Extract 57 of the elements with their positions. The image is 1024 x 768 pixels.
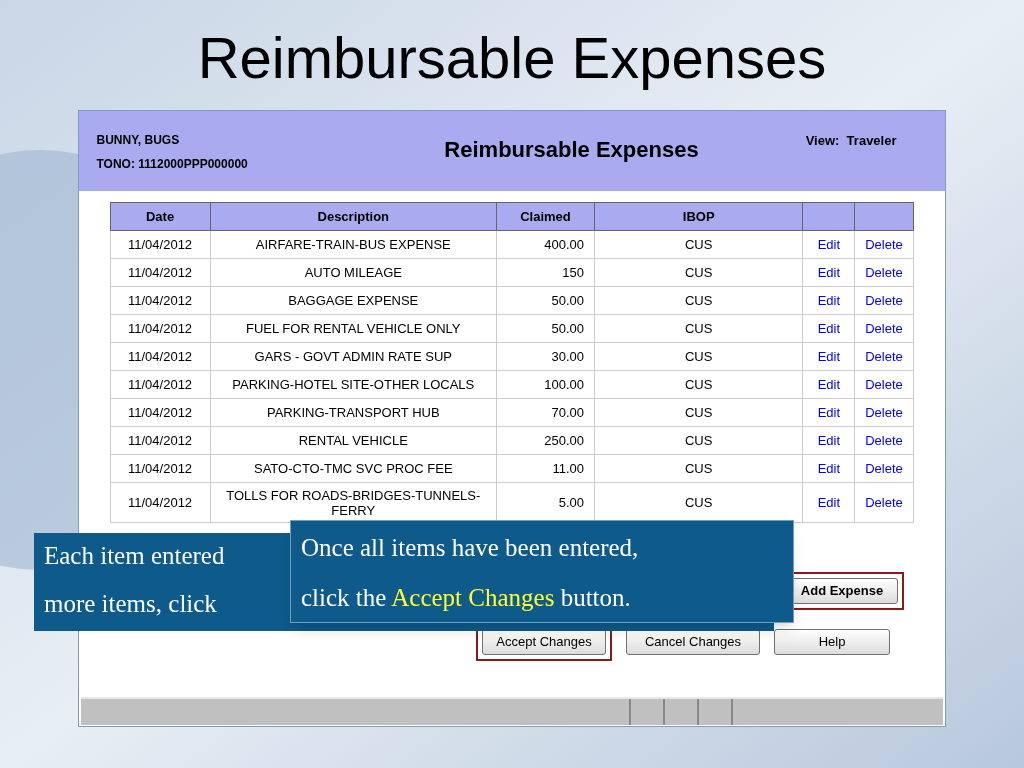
table-cell: 11/04/2012 — [128, 460, 193, 476]
table-cell: CUS — [684, 264, 713, 280]
table-cell: CUS — [684, 236, 713, 252]
table-cell: FUEL FOR RENTAL VEHICLE ONLY — [246, 321, 461, 336]
table-cell: 11/04/2012 — [128, 292, 193, 308]
traveler-name: BUNNY, BUGS — [96, 132, 181, 149]
callout-text: Once all items have been entered, — [301, 533, 639, 563]
action-button[interactable]: Help — [774, 629, 890, 655]
table-cell: 11/04/2012 — [128, 376, 193, 392]
table-cell: 11/04/2012 — [128, 494, 193, 510]
table-cell: 11/04/2012 — [128, 236, 193, 252]
table-cell: BAGGAGE EXPENSE — [288, 293, 419, 308]
table-cell: GARS - GOVT ADMIN RATE SUP — [254, 349, 452, 364]
callout-text: Each item entered — [44, 541, 225, 571]
page-heading: Reimbursable Expenses — [443, 136, 700, 164]
table-cell: 11/04/2012 — [128, 404, 193, 420]
table-cell: 11/04/2012 — [128, 320, 193, 336]
column-header: Claimed — [496, 202, 595, 231]
table-cell: AUTO MILEAGE — [304, 265, 402, 280]
table-cell: CUS — [684, 404, 713, 420]
table-cell: 11.00 — [552, 460, 585, 476]
action-button[interactable]: Cancel Changes — [626, 629, 760, 655]
table-cell: 70.00 — [551, 404, 585, 420]
table-cell: 30.00 — [551, 348, 585, 364]
table-cell: CUS — [684, 320, 713, 336]
table-cell: 11/04/2012 — [128, 264, 193, 280]
table-cell: CUS — [684, 292, 713, 308]
table-cell: CUS — [684, 432, 713, 448]
table-cell: 50.00 — [551, 292, 585, 308]
table-cell: 250.00 — [544, 432, 585, 448]
table-cell: 11/04/2012 — [128, 432, 193, 448]
column-header: IBOP — [594, 202, 803, 231]
table-cell: 400.00 — [544, 236, 585, 252]
callout-text: click the Accept Changes button. — [301, 582, 631, 613]
edit-link[interactable]: Edit — [817, 494, 841, 510]
callout-text: more items, click — [44, 588, 217, 619]
action-button[interactable]: Accept Changes — [482, 629, 606, 655]
table-cell: CUS — [684, 376, 713, 392]
slide-title: Reimbursable Expenses — [197, 24, 827, 92]
column-header: Description — [210, 202, 497, 231]
tono-number: TONO: 1112000PPP000000 — [96, 156, 249, 173]
table-cell: RENTAL VEHICLE — [298, 433, 408, 448]
table-cell: PARKING-TRANSPORT HUB — [266, 405, 440, 420]
table-cell: TOLLS FOR ROADS-BRIDGES-TUNNELS-FERRY — [226, 487, 481, 518]
table-cell: 5.00 — [558, 494, 585, 510]
table-cell: SATO-CTO-TMC SVC PROC FEE — [253, 461, 453, 476]
table-cell: 150 — [562, 264, 585, 280]
table-cell: CUS — [684, 494, 713, 510]
table-cell: 100.00 — [544, 376, 585, 392]
table-cell: CUS — [684, 348, 713, 364]
table-cell: PARKING-HOTEL SITE-OTHER LOCALS — [232, 377, 475, 392]
view-label: View: Traveler — [805, 132, 897, 150]
table-cell: 50.00 — [551, 320, 585, 336]
table-cell: 11/04/2012 — [128, 348, 193, 364]
column-header: Date — [110, 202, 211, 231]
table-cell: AIRFARE-TRAIN-BUS EXPENSE — [255, 237, 451, 252]
table-cell: CUS — [684, 460, 713, 476]
